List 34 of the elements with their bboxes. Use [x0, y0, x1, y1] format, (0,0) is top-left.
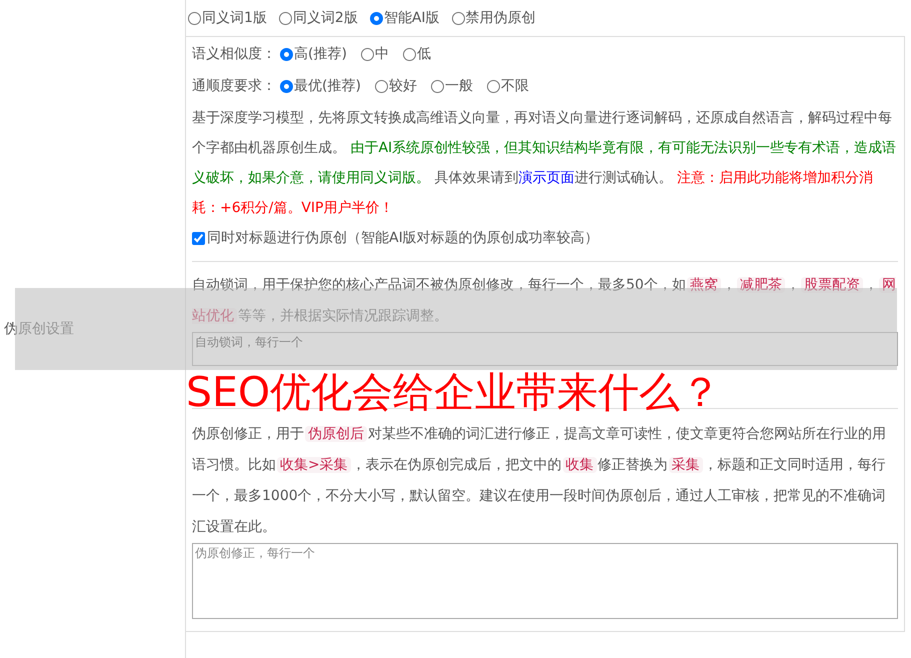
- radio-button[interactable]: [430, 80, 444, 92]
- option-label: 语义相似度：: [192, 44, 276, 64]
- banner-title: SEO优化会给企业带来什么？: [186, 367, 722, 418]
- radio-label: 中: [374, 44, 389, 64]
- radio-label: 智能AI版: [384, 8, 440, 28]
- lock-words-field[interactable]: 自动锁词，每行一个: [192, 332, 898, 366]
- demo-page-link[interactable]: 演示页面: [518, 170, 574, 186]
- radio-button[interactable]: [374, 80, 388, 92]
- radio-label: 同义词1版: [202, 8, 267, 28]
- section-label: 伪原创设置: [3, 320, 74, 338]
- option-label: 通顺度要求：: [192, 76, 276, 96]
- title-checkbox[interactable]: [192, 232, 205, 244]
- checkbox-label: 同时对标题进行伪原创（智能AI版对标题的伪原创成功率较高）: [207, 228, 599, 248]
- radio-label: 不限: [500, 76, 529, 96]
- corrections-field[interactable]: 伪原创修正，每行一个: [192, 543, 898, 619]
- help-text: 伪原创修正，用于 伪原创后 对某些不准确的词汇进行修正，提高文章可读性，使文章更符合您网站所在行业的用语习惯。比如 收集>采集 ，表示在伪原创完成后，把文中的 收集 修正替换为 采集 ，标题和正文同时适用，每行一个，最多1000个，不分大小写，默认留空。建议在使用一段时间伪原创后，通过人工审核，把常见的不准确词汇设置在此。: [192, 425, 887, 537]
- radio-button[interactable]: [280, 48, 293, 60]
- radio-label: 高(推荐): [294, 44, 347, 64]
- description-text: 基于深度学习模型，先将原文转换成高维语义向量，再对语义向量进行逐词解码，还原成自然语言，解码过程中每个字都由机器原创生成。 由于AI系统原创性较强，但其知识结构毕竟有限，有可能无法识别一些专有术语，造成语义破坏，如果介意，请使用同义词版。 具体效果请到演示页面进行测试确认。 注意：启用此功能将增加积分消耗：+6积分/篇。VIP用户半价！: [192, 109, 898, 218]
- radio-button[interactable]: [402, 48, 416, 60]
- radio-button[interactable]: [486, 80, 500, 92]
- radio-label: 较好: [388, 76, 417, 96]
- radio-button[interactable]: [188, 12, 201, 24]
- radio-label: 一般: [444, 76, 473, 96]
- radio-label: 同义词2版: [292, 8, 358, 28]
- radio-button[interactable]: [452, 12, 465, 24]
- radio-button[interactable]: [280, 80, 293, 92]
- radio-button[interactable]: [370, 12, 383, 24]
- radio-label: 最优(推荐): [294, 76, 361, 96]
- radio-label: 低: [416, 44, 431, 64]
- radio-button[interactable]: [278, 12, 292, 24]
- radio-label: 禁用伪原创: [466, 8, 536, 28]
- radio-button[interactable]: [360, 48, 374, 60]
- help-text: 自动锁词，用于保护您的核心产品词不被伪原创修改，每行一个，最多50个，如 燕窝 ， 减肥茶 ， 股票配资 ， 网站优化 等等，并根据实际情况跟踪调整。: [192, 276, 897, 326]
